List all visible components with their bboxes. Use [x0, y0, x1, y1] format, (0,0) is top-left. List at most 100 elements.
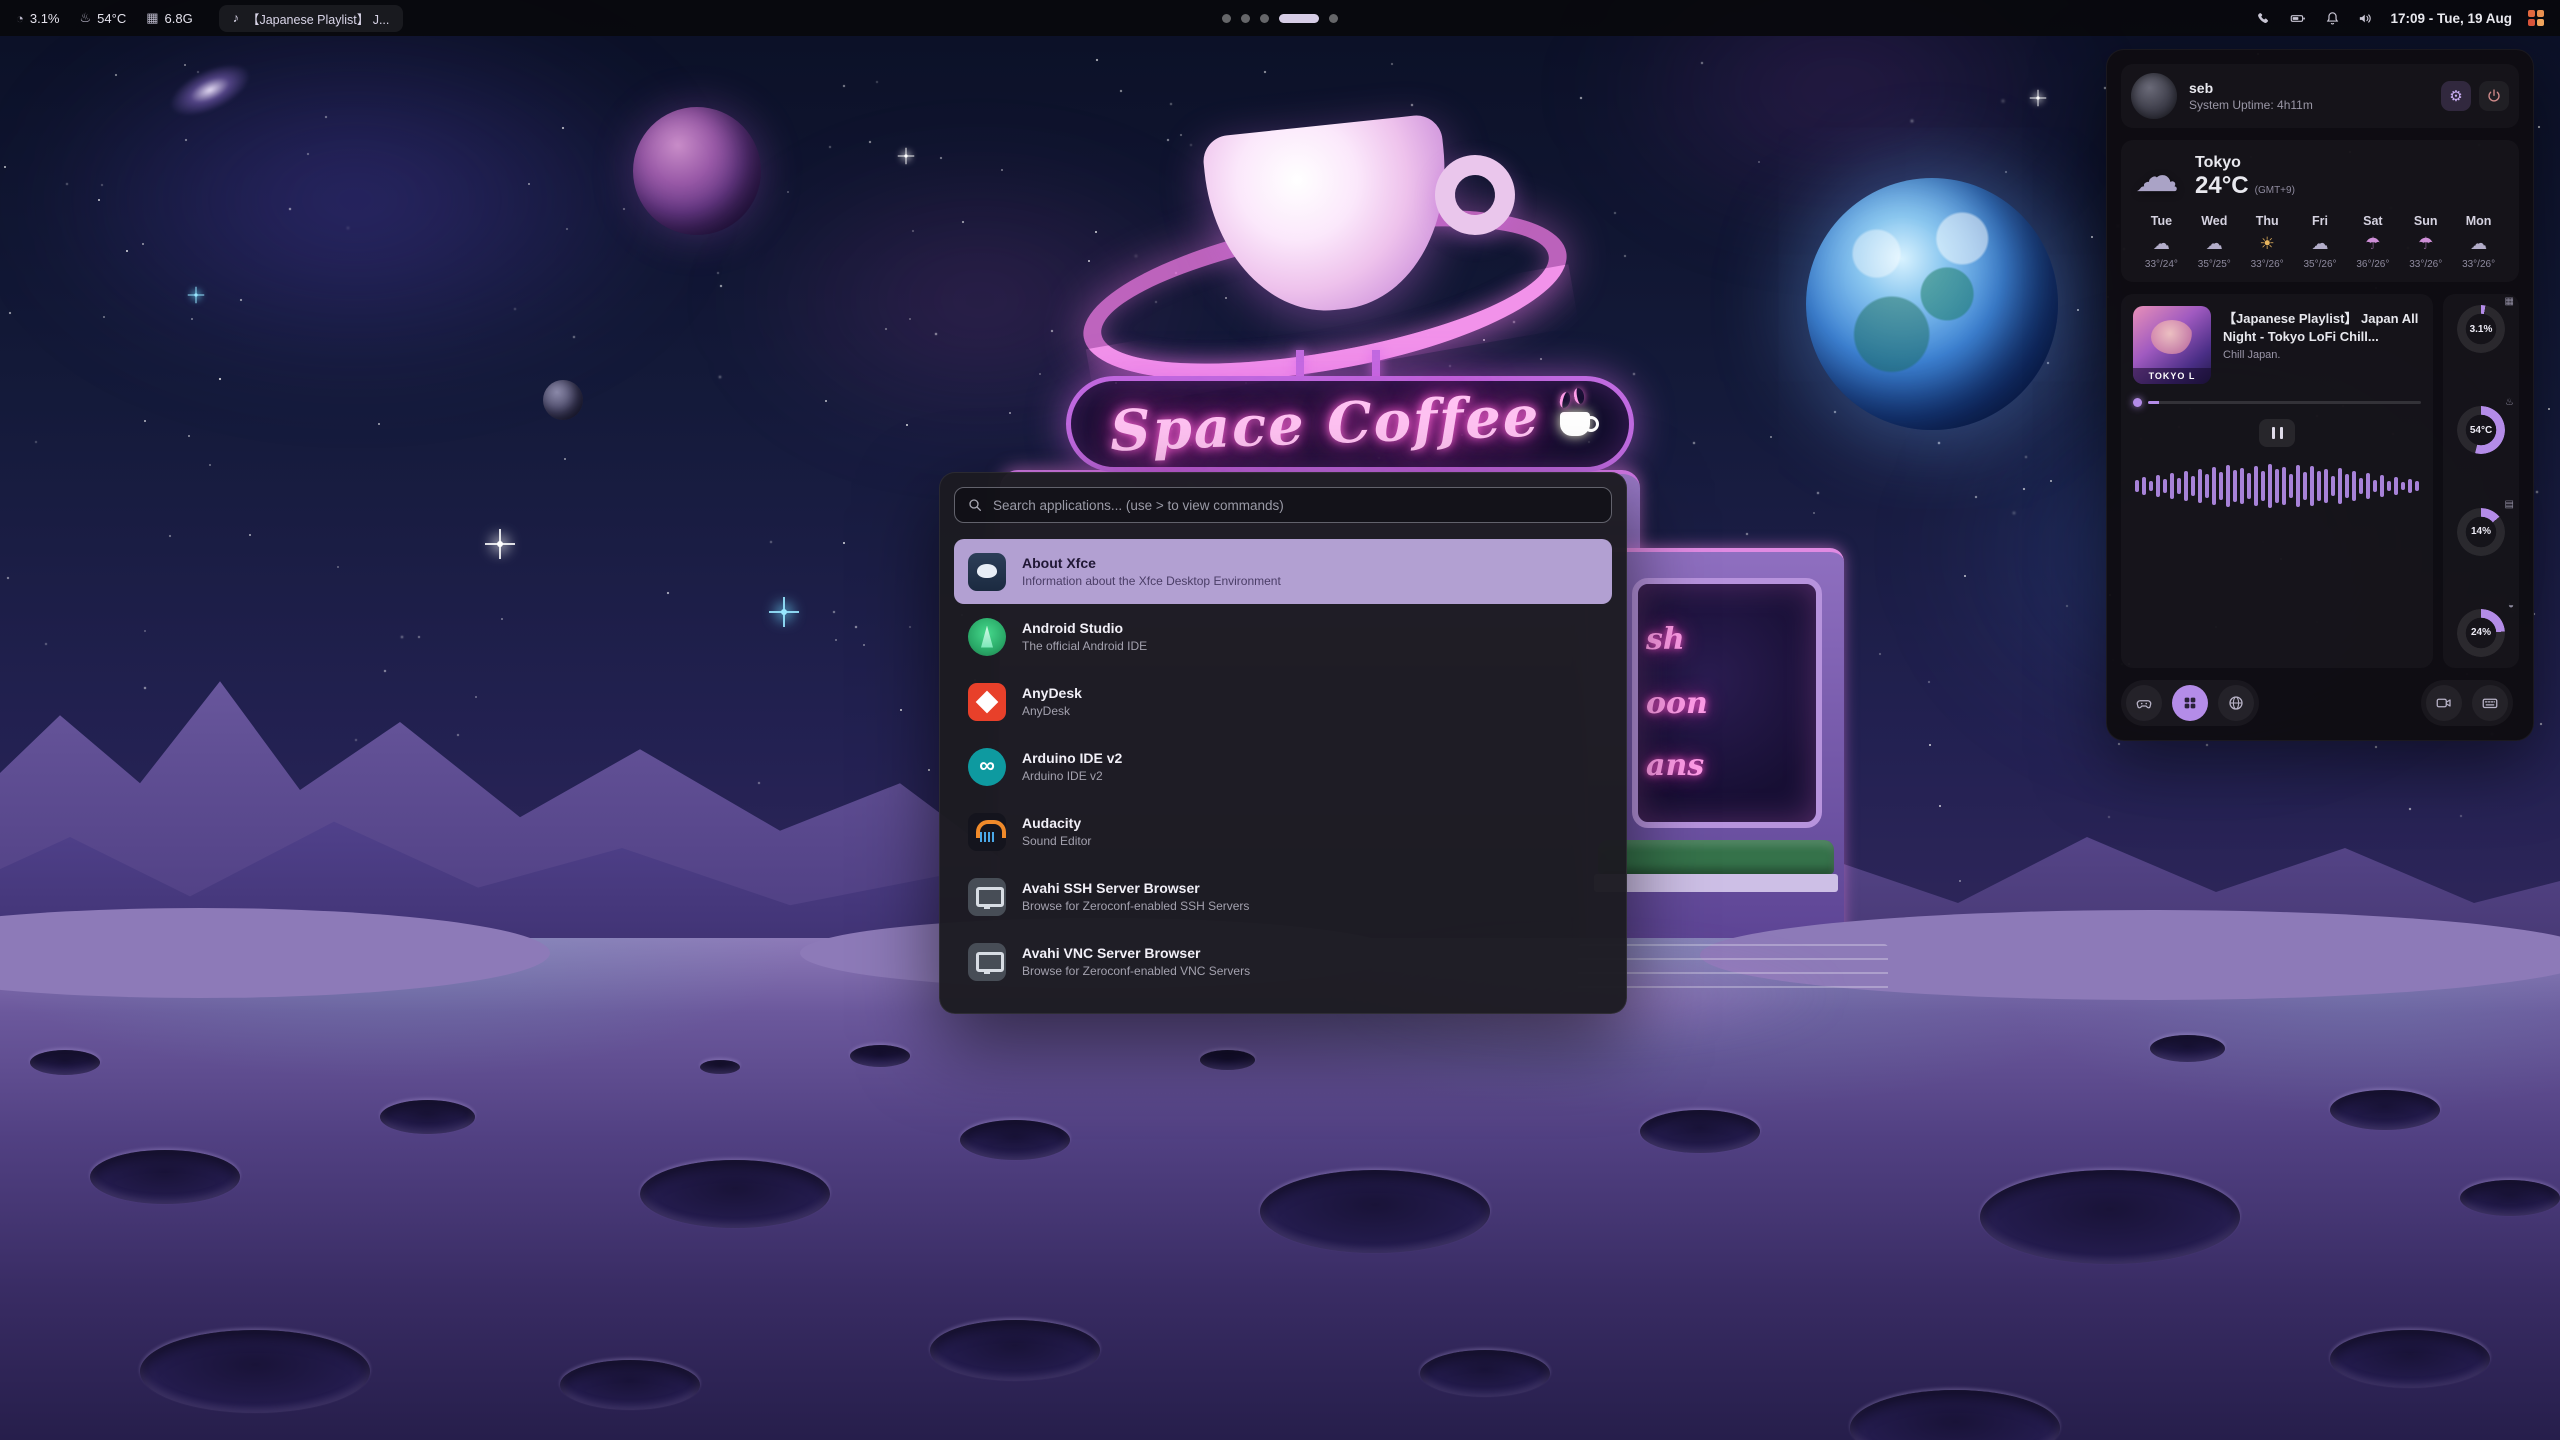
phone-icon[interactable]	[2255, 10, 2272, 27]
search-bar[interactable]	[954, 487, 1612, 523]
waveform-bar	[2240, 468, 2244, 504]
music-note-icon: ♪	[233, 11, 239, 25]
album-art[interactable]: TOKYO L	[2133, 306, 2211, 384]
workspace-dot[interactable]	[1279, 14, 1319, 23]
forecast-day-label: Thu	[2256, 214, 2279, 228]
progress-track[interactable]	[2148, 401, 2421, 404]
weather-city: Tokyo	[2195, 154, 2295, 172]
app-row[interactable]: Arduino IDE v2 Arduino IDE v2	[954, 734, 1612, 799]
volume-icon[interactable]	[2357, 10, 2374, 27]
waveform-bar	[2177, 478, 2181, 494]
app-row[interactable]: Android Studio The official Android IDE	[954, 604, 1612, 669]
waveform-bar	[2408, 479, 2412, 493]
crater	[380, 1100, 475, 1134]
app-grid-icon[interactable]	[2528, 10, 2544, 26]
gauge-icon: ♨	[2505, 397, 2514, 408]
app-icon	[968, 813, 1006, 851]
gauge-value: 24%	[2452, 604, 2510, 662]
forecast-day-label: Tue	[2151, 214, 2172, 228]
progress-row	[2133, 398, 2421, 407]
forecast-temps: 33°/26°	[2462, 259, 2495, 270]
forecast-day-label: Wed	[2201, 214, 2227, 228]
forecast-day-label: Fri	[2312, 214, 2328, 228]
waveform-bar	[2331, 476, 2335, 496]
waveform-bar	[2212, 467, 2216, 505]
forecast-day: Sat ☂ 36°/26°	[2346, 214, 2399, 270]
app-name: AnyDesk	[1022, 685, 1082, 701]
app-drawer-button[interactable]	[2172, 685, 2208, 721]
crater	[2150, 1035, 2225, 1062]
crater	[140, 1330, 370, 1413]
pause-icon	[2280, 427, 2283, 439]
waveform-bar	[2359, 478, 2363, 494]
app-icon	[968, 878, 1006, 916]
camera-button[interactable]	[2426, 685, 2462, 721]
forecast-weather-icon: ☁	[2206, 235, 2223, 252]
crater	[850, 1045, 910, 1067]
bell-icon[interactable]	[2324, 10, 2341, 27]
crater	[560, 1360, 700, 1410]
waveform-bar	[2394, 477, 2398, 495]
pause-button[interactable]	[2259, 419, 2295, 447]
app-icon	[968, 748, 1006, 786]
ram-stat[interactable]: ▦ 6.8G	[146, 10, 192, 26]
search-icon	[967, 497, 983, 513]
app-name: Android Studio	[1022, 620, 1147, 636]
app-row[interactable]: AnyDesk AnyDesk	[954, 669, 1612, 734]
cpu-stat[interactable]: ◔ 3.1%	[16, 11, 60, 26]
system-uptime: System Uptime: 4h11m	[2189, 98, 2313, 112]
waveform-bar	[2401, 482, 2405, 490]
waveform-bar	[2261, 471, 2265, 501]
crater	[640, 1160, 830, 1228]
progress-handle[interactable]	[2133, 398, 2142, 407]
grid-dot	[2537, 10, 2544, 17]
weather-temperature: 24°C	[2195, 172, 2249, 200]
waveform-bar	[2268, 464, 2272, 508]
forecast-day: Fri ☁ 35°/26°	[2294, 214, 2347, 270]
now-playing-pill[interactable]: ♪ 【Japanese Playlist】 J...	[219, 5, 404, 32]
waveform-bar	[2191, 476, 2195, 496]
forecast-day-label: Sat	[2363, 214, 2382, 228]
track-info: 【Japanese Playlist】 Japan All Night - To…	[2223, 306, 2421, 384]
gauge-icon: ▦	[2505, 296, 2514, 307]
battery-icon[interactable]	[2288, 10, 2308, 27]
gauge-value: 3.1%	[2452, 300, 2510, 358]
globe-button[interactable]	[2218, 685, 2254, 721]
waveform-bar	[2219, 472, 2223, 500]
waveform-bar	[2338, 468, 2342, 504]
app-text: Android Studio The official Android IDE	[1022, 620, 1147, 653]
settings-button[interactable]: ⚙	[2441, 81, 2471, 111]
app-row[interactable]: Avahi SSH Server Browser Browse for Zero…	[954, 864, 1612, 929]
waveform-bar	[2296, 465, 2300, 507]
workspace-dot[interactable]	[1329, 14, 1338, 23]
app-row[interactable]: About Xfce Information about the Xfce De…	[954, 539, 1612, 604]
system-gauge: 3.1% ▦	[2452, 300, 2510, 358]
workspace-dot[interactable]	[1260, 14, 1269, 23]
waveform-bar	[2380, 475, 2384, 497]
topbar-right-cluster: 17:09 - Tue, 19 Aug	[2255, 10, 2544, 27]
temperature-stat[interactable]: ♨ 54°C	[80, 10, 127, 26]
keyboard-button[interactable]	[2472, 685, 2508, 721]
workspace-dot[interactable]	[1222, 14, 1231, 23]
app-row[interactable]: Audacity Sound Editor	[954, 799, 1612, 864]
forecast-weather-icon: ☀	[2260, 235, 2275, 252]
forecast-day: Tue ☁ 33°/24°	[2135, 214, 2188, 270]
workspace-dot[interactable]	[1241, 14, 1250, 23]
clock[interactable]: 17:09 - Tue, 19 Aug	[2390, 11, 2512, 26]
now-playing-text: 【Japanese Playlist】 J...	[247, 9, 389, 28]
grid-icon	[2182, 695, 2198, 711]
app-name: Arduino IDE v2	[1022, 750, 1122, 766]
app-name: Avahi SSH Server Browser	[1022, 880, 1249, 896]
app-row[interactable]: Avahi VNC Server Browser Browse for Zero…	[954, 929, 1612, 994]
ram-value: 6.8G	[165, 11, 193, 26]
search-input[interactable]	[993, 498, 1599, 513]
crater	[930, 1320, 1100, 1381]
power-button[interactable]	[2479, 81, 2509, 111]
app-description: Browse for Zeroconf-enabled SSH Servers	[1022, 899, 1249, 913]
app-text: Avahi VNC Server Browser Browse for Zero…	[1022, 945, 1250, 978]
gamepad-button[interactable]	[2126, 685, 2162, 721]
waveform-bar	[2135, 480, 2139, 492]
app-icon	[968, 683, 1006, 721]
cloud-icon: ☁	[2135, 155, 2179, 199]
forecast-day-label: Sun	[2414, 214, 2438, 228]
